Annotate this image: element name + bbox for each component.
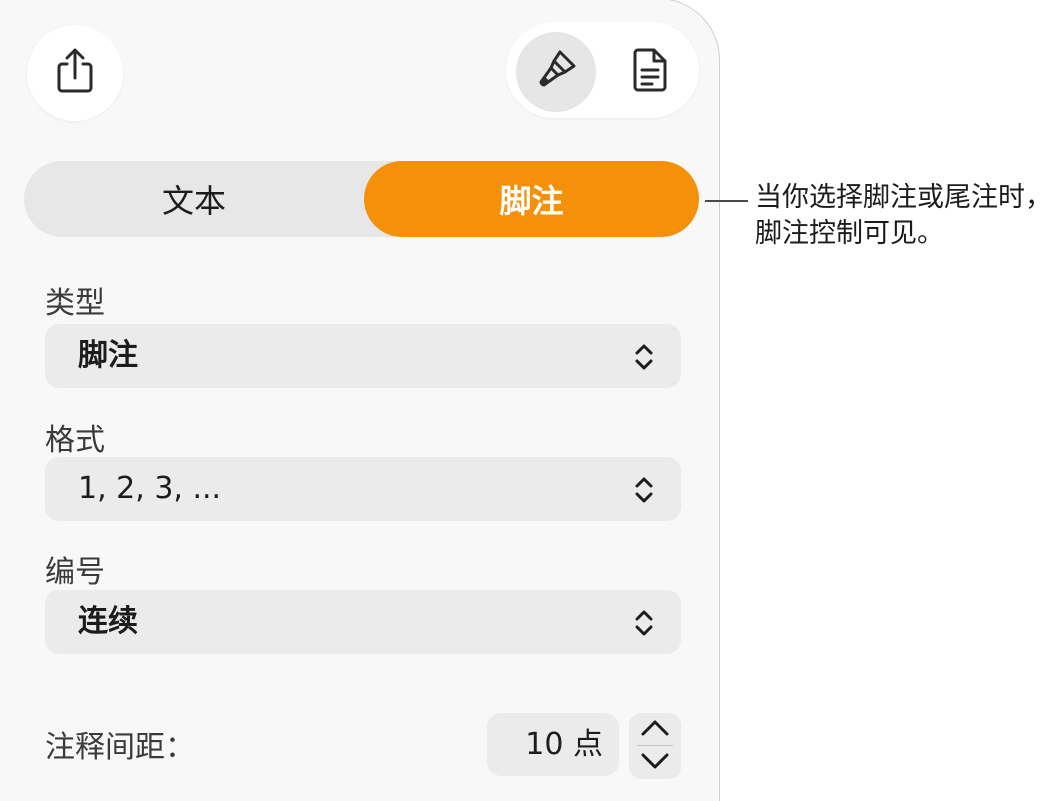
callout-line-1: 当你选择脚注或尾注时， (755, 182, 1043, 213)
format-button[interactable] (516, 32, 596, 112)
stepper-increment-button[interactable] (629, 713, 681, 746)
numbering-label: 编号 (45, 555, 105, 590)
type-select[interactable]: 脚注 (45, 324, 681, 388)
format-select-value: 1, 2, 3, ... (78, 471, 222, 506)
share-button[interactable] (27, 25, 123, 121)
chevron-up-down-icon (633, 608, 655, 638)
callout-annotation: 当你选择脚注或尾注时， 脚注控制可见。 (755, 180, 1043, 252)
screen: 文本 脚注 类型 脚注 格式 1, 2, 3, ... 编号 连续 注释间距： … (0, 0, 1043, 801)
note-spacing-stepper (629, 713, 681, 779)
document-button[interactable] (610, 32, 690, 112)
chevron-up-down-icon (633, 342, 655, 372)
callout-leader-line (705, 200, 748, 202)
type-select-value: 脚注 (78, 338, 138, 373)
tab-text[interactable]: 文本 (24, 161, 364, 237)
note-spacing-value: 10 点 (525, 727, 603, 762)
callout-line-2: 脚注控制可见。 (755, 218, 944, 249)
type-label: 类型 (45, 286, 105, 321)
paintbrush-icon (534, 48, 578, 96)
stepper-decrement-button[interactable] (629, 746, 681, 779)
chevron-up-down-icon (633, 475, 655, 505)
chevron-up-icon (640, 719, 670, 741)
note-spacing-field[interactable]: 10 点 (487, 713, 619, 776)
chevron-down-icon (640, 752, 670, 774)
document-icon (632, 48, 668, 96)
format-sidebar (0, 0, 720, 801)
numbering-select-value: 连续 (78, 604, 138, 639)
tab-footnote[interactable]: 脚注 (364, 161, 699, 237)
note-spacing-label: 注释间距： (45, 730, 195, 765)
format-select[interactable]: 1, 2, 3, ... (45, 457, 681, 521)
text-footnote-segmented-control: 文本 脚注 (24, 161, 699, 237)
numbering-select[interactable]: 连续 (45, 590, 681, 654)
inspector-toggle-group (506, 22, 699, 118)
share-icon (55, 48, 95, 98)
format-label: 格式 (45, 423, 105, 458)
